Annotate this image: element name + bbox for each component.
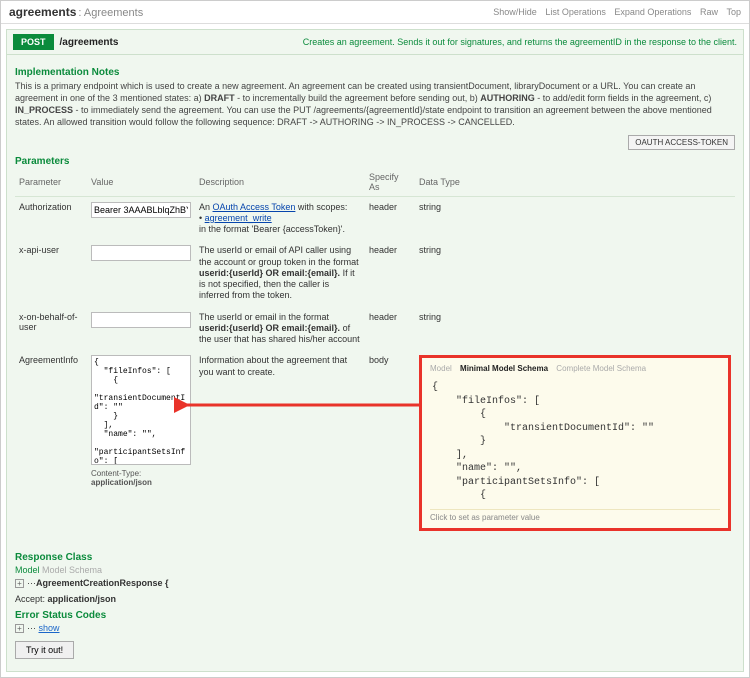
col-data-type: Data Type <box>415 169 735 197</box>
model-set-hint[interactable]: Click to set as parameter value <box>430 509 720 522</box>
param-spec: header <box>365 240 415 306</box>
tab-minimal-schema[interactable]: Minimal Model Schema <box>460 364 548 373</box>
param-spec: body <box>365 350 415 536</box>
scope-link[interactable]: agreement_write <box>205 213 272 223</box>
oauth-access-token-button[interactable]: OAUTH ACCESS-TOKEN <box>628 135 735 150</box>
accept-line: Accept: application/json <box>15 594 735 604</box>
response-model-tab[interactable]: Model <box>15 565 40 575</box>
agreementinfo-textarea[interactable]: { "fileInfos": [ { "transientDocumentId"… <box>91 355 191 465</box>
param-desc: The userId or email of API caller using … <box>195 240 365 306</box>
operation-panel: POST /agreements Creates an agreement. S… <box>6 29 744 672</box>
http-method-badge: POST <box>13 34 54 50</box>
model-schema-box: Model Minimal Model Schema Complete Mode… <box>419 355 731 531</box>
param-name: x-api-user <box>15 240 87 306</box>
api-doc-page: agreements: Agreements Show/Hide List Op… <box>0 0 750 678</box>
response-section: Response Class Model Model Schema +···Ag… <box>7 542 743 671</box>
param-type: string <box>415 307 735 351</box>
try-it-out-button[interactable]: Try it out! <box>15 641 74 659</box>
link-raw[interactable]: Raw <box>700 7 718 17</box>
col-description: Description <box>195 169 365 197</box>
authorization-input[interactable] <box>91 202 191 218</box>
page-header: agreements: Agreements Show/Hide List Op… <box>1 1 749 24</box>
tab-model[interactable]: Model <box>430 364 452 373</box>
col-parameter: Parameter <box>15 169 87 197</box>
model-tabs: Model Minimal Model Schema Complete Mode… <box>430 364 720 373</box>
param-row-authorization: Authorization An OAuth Access Token with… <box>15 196 735 240</box>
top-action-links: Show/Hide List Operations Expand Operati… <box>487 7 741 17</box>
resource-name: agreements <box>9 5 76 19</box>
endpoint-summary: Creates an agreement. Sends it out for s… <box>303 37 737 47</box>
resource-subtitle: : Agreements <box>78 7 143 19</box>
expand-icon[interactable]: + <box>15 579 24 588</box>
response-schema-tab[interactable]: Model Schema <box>42 565 102 575</box>
show-errors-link[interactable]: show <box>39 623 60 633</box>
response-object: +···AgreementCreationResponse { <box>15 578 735 588</box>
endpoint-path: /agreements <box>60 37 119 48</box>
operation-body: Implementation Notes This is a primary e… <box>7 55 743 542</box>
link-top[interactable]: Top <box>726 7 741 17</box>
content-type-label: Content-Type: application/json <box>91 469 191 487</box>
link-showhide[interactable]: Show/Hide <box>493 7 537 17</box>
notes-heading: Implementation Notes <box>15 67 735 78</box>
model-code: { "fileInfos": [ { "transientDocumentId"… <box>430 377 720 505</box>
link-list-ops[interactable]: List Operations <box>545 7 606 17</box>
param-desc: An OAuth Access Token with scopes: • agr… <box>195 196 365 240</box>
link-expand-ops[interactable]: Expand Operations <box>614 7 691 17</box>
endpoint-row[interactable]: POST /agreements Creates an agreement. S… <box>7 30 743 55</box>
parameters-table: Parameter Value Description Specify As D… <box>15 169 735 536</box>
param-row-x-on-behalf: x-on-behalf-of-user The userId or email … <box>15 307 735 351</box>
param-spec: header <box>365 196 415 240</box>
tab-complete-schema[interactable]: Complete Model Schema <box>556 364 646 373</box>
expand-icon[interactable]: + <box>15 624 24 633</box>
model-schema-wrap: Model Minimal Model Schema Complete Mode… <box>419 355 731 531</box>
param-type: string <box>415 240 735 306</box>
param-name: x-on-behalf-of-user <box>15 307 87 351</box>
param-row-x-api-user: x-api-user The userId or email of API ca… <box>15 240 735 306</box>
col-specify-as: Specify As <box>365 169 415 197</box>
param-name: Authorization <box>15 196 87 240</box>
resource-title: agreements: Agreements <box>9 5 143 19</box>
col-value: Value <box>87 169 195 197</box>
oauth-token-link[interactable]: OAuth Access Token <box>213 202 296 212</box>
param-desc: Information about the agreement that you… <box>195 350 365 536</box>
param-row-agreementinfo: AgreementInfo { "fileInfos": [ { "transi… <box>15 350 735 536</box>
notes-text: This is a primary endpoint which is used… <box>15 80 735 129</box>
response-heading: Response Class <box>15 552 735 563</box>
param-desc: The userId or email in the format userid… <box>195 307 365 351</box>
parameters-heading: Parameters <box>15 156 735 167</box>
error-codes-heading: Error Status Codes <box>15 610 735 621</box>
error-codes-section: Error Status Codes +··· show <box>15 610 735 633</box>
param-name: AgreementInfo <box>15 350 87 536</box>
param-type: string <box>415 196 735 240</box>
x-api-user-input[interactable] <box>91 245 191 261</box>
oauth-row: OAUTH ACCESS-TOKEN <box>15 135 735 150</box>
param-spec: header <box>365 307 415 351</box>
response-model-tabs: Model Model Schema <box>15 565 735 575</box>
x-on-behalf-input[interactable] <box>91 312 191 328</box>
